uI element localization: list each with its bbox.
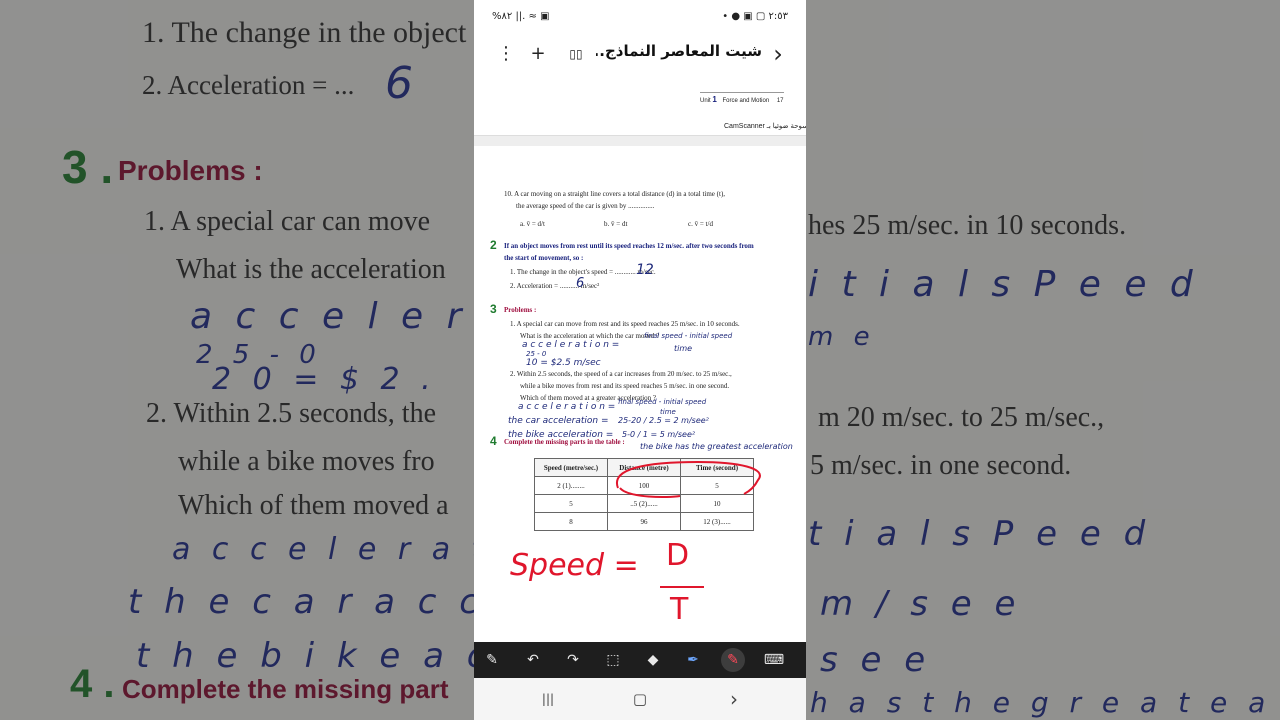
red-annotation-circle [615, 460, 761, 499]
handwriting-accel-1-numerator: final speed - initial speed [644, 332, 733, 340]
document-viewer[interactable]: Unit 1 Force and Motion 17 CamScanner مس… [474, 74, 806, 642]
section-number-3: 3 [490, 302, 497, 316]
status-right: • ● ▣ ▢ ٢:٥٣ [722, 11, 788, 22]
unit-footer: Unit 1 Force and Motion 17 [700, 92, 784, 104]
handwriting-car-accel: the car acceleration = [508, 416, 609, 426]
add-icon[interactable]: + [524, 40, 552, 68]
table-cell: 96 [607, 512, 681, 531]
handwriting-car-accel-value: 25-20 / 2.5 = 2 m/see² [618, 416, 709, 425]
problem-2: 2. Within 2.5 seconds, the speed of a ca… [510, 370, 732, 378]
eraser-icon[interactable]: ◆ [641, 648, 665, 672]
unit-title: Force and Motion [722, 98, 770, 104]
handwriting-accel-b1: a c c e l e r a t i o n = [518, 402, 616, 412]
handwriting-12: 12 [636, 262, 654, 278]
option-b: b. v̄ = dt [604, 220, 628, 228]
home-icon[interactable]: ▢ [626, 687, 654, 711]
question-10: 10. A car moving on a straight line cove… [504, 190, 726, 198]
question-2-2: 2. Acceleration = ........... m/sec² [510, 282, 600, 290]
keyboard-icon[interactable]: ⌨ [762, 648, 786, 672]
status-bar: %٨٢ ||. ≈ ▣ • ● ▣ ▢ ٢:٥٣ [474, 0, 806, 34]
red-pen-icon[interactable]: ✎ [721, 648, 745, 672]
unit-number: 1 [712, 95, 717, 104]
problem-2b: while a bike moves from rest and its spe… [520, 382, 730, 390]
highlighter-pen-icon[interactable]: ✎ [480, 648, 504, 672]
table-cell: 12 (3)...... [680, 512, 754, 531]
handwriting-distance: D [666, 538, 690, 573]
book-view-icon[interactable]: ▯▯ [562, 40, 590, 68]
phone-screen: %٨٢ ||. ≈ ▣ • ● ▣ ▢ ٢:٥٣ ⋮ + ▯▯ شيت المع… [474, 0, 806, 720]
page-number: 17 [776, 98, 784, 104]
problem-1b: What is the acceleration at which the ca… [520, 332, 660, 340]
question-2: If an object moves from rest until its s… [504, 242, 754, 250]
problems-heading: Problems : [504, 306, 537, 314]
pen-toolbar: ✎ ↶ ↷ ⬚ ◆ ✒ ✎ ⌨ [474, 642, 806, 678]
question-10b: the average speed of the car is given by… [516, 202, 655, 210]
document-title: شيت المعاصر النماذج... [596, 42, 762, 60]
option-c: c. v̄ = t/d [688, 220, 713, 228]
unit-label: Unit [700, 98, 711, 104]
handwriting-accel-3: 10 = $2.5 m/sec [526, 358, 601, 368]
table-cell: 5 [534, 494, 608, 513]
question-4: Complete the missing parts in the table … [504, 438, 625, 446]
handwriting-accel-2: 25 - 0 [526, 350, 547, 358]
handwriting-bike-accel-value: 5-0 / 1 = 5 m/see² [622, 430, 696, 439]
handwriting-accel-b1-time: time [660, 408, 676, 416]
table-row: 8 96 12 (3)...... [534, 512, 754, 531]
table-cell: 2 (1)........ [534, 476, 608, 495]
problem-1: 1. A special car can move from rest and … [510, 320, 740, 328]
handwriting-time: T [670, 592, 689, 627]
camscanner-watermark: CamScanner مسوحة ضوئيا بـ [724, 123, 806, 130]
app-toolbar: ⋮ + ▯▯ شيت المعاصر النماذج... › [474, 34, 806, 74]
handwriting-conclusion: the bike has the greatest acceleration [640, 442, 793, 451]
lasso-select-icon[interactable]: ⬚ [601, 648, 625, 672]
table-header: Speed (metre/sec.) [534, 458, 608, 477]
handwriting-accel-1-time: time [674, 344, 693, 353]
redo-icon[interactable]: ↷ [561, 648, 585, 672]
page-gap [474, 136, 806, 146]
status-left: %٨٢ ||. ≈ ▣ [492, 11, 550, 22]
handwriting-6: 6 [576, 276, 585, 291]
undo-icon[interactable]: ↶ [521, 648, 545, 672]
question-2b: the start of movement, so : [504, 254, 584, 262]
fraction-line [660, 586, 704, 588]
forward-icon[interactable]: › [764, 40, 792, 68]
table-cell: 8 [534, 512, 608, 531]
previous-page-footer: Unit 1 Force and Motion 17 CamScanner مس… [474, 74, 806, 136]
section-number-4: 4 [490, 434, 497, 448]
question-2-1: 1. The change in the object's speed = ..… [510, 268, 656, 276]
back-icon[interactable]: › [720, 687, 748, 711]
recents-icon[interactable]: ||| [534, 687, 562, 711]
handwriting-accel-1: a c c e l e r a t i o n = [522, 340, 620, 350]
blue-pen-icon[interactable]: ✒ [681, 648, 705, 672]
system-nav-bar: ||| ▢ › [474, 678, 806, 720]
handwriting-accel-b1-numerator: final speed - initial speed [618, 398, 707, 406]
option-a: a. v̄ = d/t [520, 220, 545, 228]
current-page: 10. A car moving on a straight line cove… [474, 146, 806, 642]
more-options-icon[interactable]: ⋮ [492, 40, 520, 68]
handwriting-speed-formula: Speed = [510, 548, 639, 583]
section-number-2: 2 [490, 238, 497, 252]
